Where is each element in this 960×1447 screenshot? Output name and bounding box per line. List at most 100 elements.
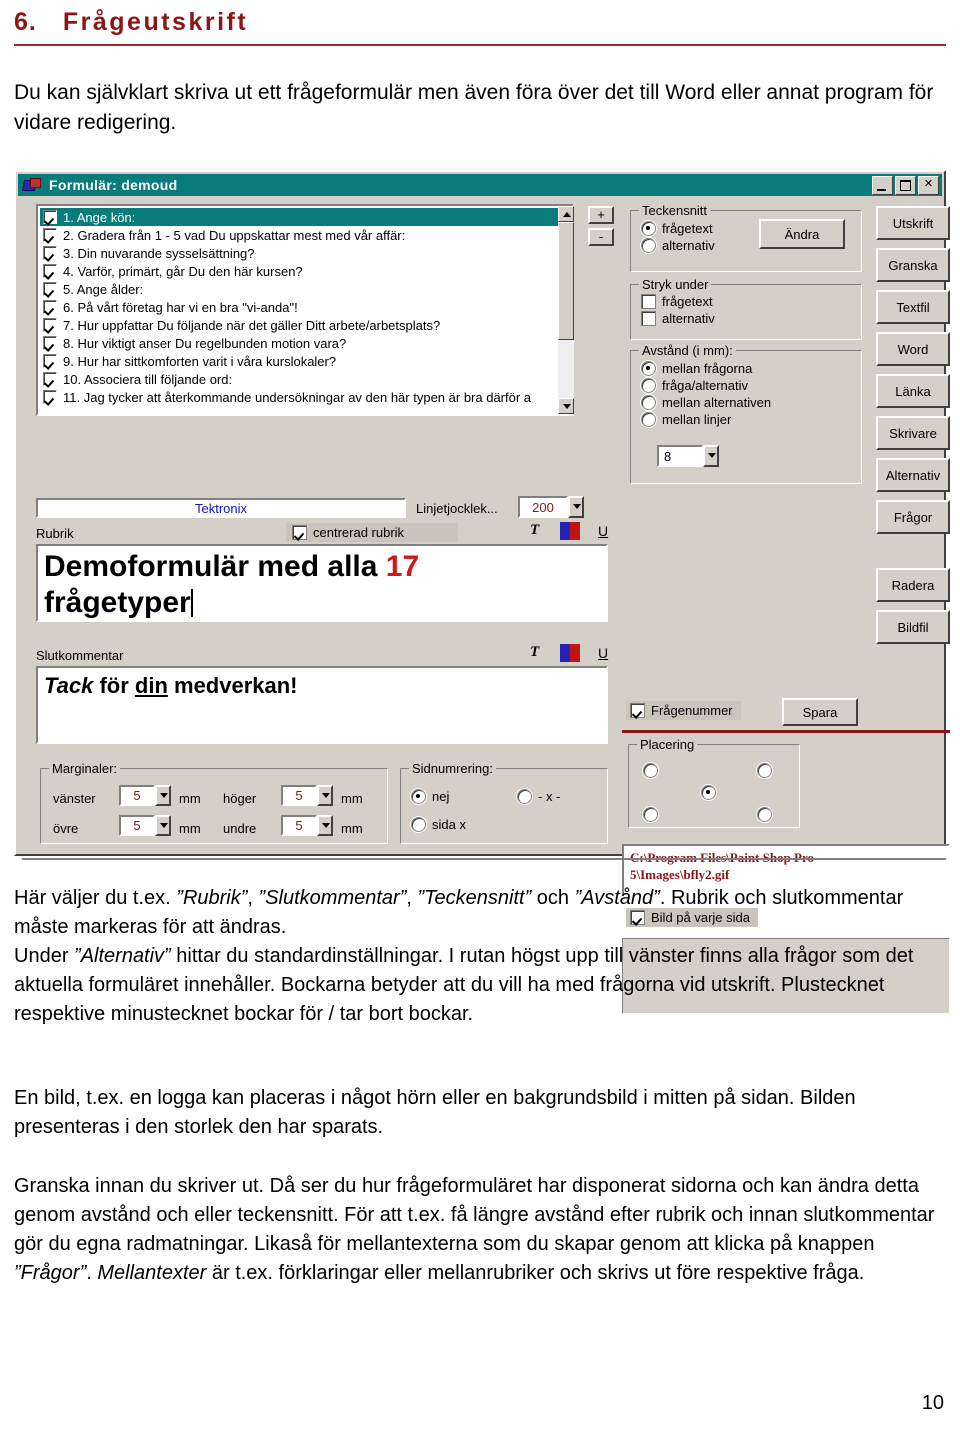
marginal-ovre-combo[interactable]: 5 bbox=[119, 815, 171, 836]
question-list-item[interactable]: 5. Ange ålder: bbox=[40, 280, 570, 298]
utskrift-button[interactable]: Utskrift bbox=[876, 206, 950, 240]
slutkommentar-textarea[interactable]: Tack för din medverkan! bbox=[36, 666, 608, 744]
chevron-down-icon[interactable] bbox=[155, 785, 171, 806]
underline-icon[interactable]: U bbox=[598, 645, 608, 661]
teckensnitt-option-alternativ[interactable]: alternativ bbox=[641, 238, 715, 253]
question-list-item[interactable]: 9. Hur har sittkomforten varit i våra ku… bbox=[40, 352, 570, 370]
linjetjocklek-combo[interactable]: 200 bbox=[518, 496, 584, 518]
question-list-item[interactable]: 7. Hur uppfattar Du följande när det gäl… bbox=[40, 316, 570, 334]
marginal-vanster-combo[interactable]: 5 bbox=[119, 785, 171, 806]
avstand-option-fraga-alternativ[interactable]: fråga/alternativ bbox=[641, 378, 771, 393]
sidnumrering-option-sida-x[interactable]: sida x bbox=[411, 817, 466, 832]
marginal-ovre-value[interactable]: 5 bbox=[119, 815, 155, 836]
question-list-item[interactable]: 11. Jag tycker att återkommande undersök… bbox=[40, 388, 570, 406]
scroll-up-icon[interactable] bbox=[558, 206, 574, 222]
question-list-inner[interactable]: 1. Ange kön: 2. Gradera från 1 - 5 vad Du… bbox=[40, 208, 570, 412]
granska-button[interactable]: Granska bbox=[876, 248, 950, 282]
checkbox-icon[interactable] bbox=[641, 294, 656, 309]
checkbox-icon[interactable] bbox=[43, 336, 57, 350]
avstand-value-combo[interactable]: 8 bbox=[657, 445, 719, 467]
close-icon[interactable]: ✕ bbox=[918, 175, 939, 195]
placering-center-radio[interactable] bbox=[701, 785, 716, 800]
placering-top-right-radio[interactable] bbox=[757, 763, 772, 778]
marginal-hoger-combo[interactable]: 5 bbox=[281, 785, 333, 806]
fragor-button[interactable]: Frågor bbox=[876, 500, 950, 534]
radio-icon[interactable] bbox=[411, 789, 426, 804]
checkbox-icon[interactable] bbox=[43, 354, 57, 368]
question-list-item[interactable]: 2. Gradera från 1 - 5 vad Du uppskattar … bbox=[40, 226, 570, 244]
font-icon[interactable]: T bbox=[530, 522, 539, 539]
checkbox-icon[interactable] bbox=[43, 282, 57, 296]
skrivare-button[interactable]: Skrivare bbox=[876, 416, 950, 450]
radio-icon[interactable] bbox=[641, 361, 656, 376]
sidnumrering-option-dash-x[interactable]: - x - bbox=[517, 789, 560, 804]
checkbox-icon[interactable] bbox=[43, 300, 57, 314]
checkbox-icon[interactable] bbox=[630, 703, 645, 718]
question-list-item[interactable]: 3. Din nuvarande sysselsättning? bbox=[40, 244, 570, 262]
lanka-button[interactable]: Länka bbox=[876, 374, 950, 408]
stryk-option-alternativ[interactable]: alternativ bbox=[641, 311, 715, 326]
radio-icon[interactable] bbox=[641, 395, 656, 410]
checkbox-icon[interactable] bbox=[43, 246, 57, 260]
radio-icon[interactable] bbox=[641, 378, 656, 393]
avstand-value[interactable]: 8 bbox=[657, 445, 703, 467]
centrerad-rubrik-checkbox[interactable]: centrerad rubrik bbox=[286, 523, 458, 542]
radio-icon[interactable] bbox=[641, 238, 656, 253]
word-button[interactable]: Word bbox=[876, 332, 950, 366]
color-swatch-icon[interactable] bbox=[560, 522, 580, 540]
radio-icon[interactable] bbox=[411, 817, 426, 832]
placering-bottom-right-radio[interactable] bbox=[757, 807, 772, 822]
scroll-down-icon[interactable] bbox=[558, 398, 574, 414]
textfil-button[interactable]: Textfil bbox=[876, 290, 950, 324]
question-list-item[interactable]: 8. Hur viktigt anser Du regelbunden moti… bbox=[40, 334, 570, 352]
marginal-undre-value[interactable]: 5 bbox=[281, 815, 317, 836]
checkbox-icon[interactable] bbox=[43, 372, 57, 386]
checkbox-icon[interactable] bbox=[292, 525, 307, 540]
marginal-vanster-value[interactable]: 5 bbox=[119, 785, 155, 806]
avstand-option-mellan-alternativen[interactable]: mellan alternativen bbox=[641, 395, 771, 410]
chevron-down-icon[interactable] bbox=[317, 815, 333, 836]
underline-icon[interactable]: U bbox=[598, 523, 608, 539]
checkbox-icon[interactable] bbox=[43, 264, 57, 278]
linjetjocklek-value[interactable]: 200 bbox=[518, 496, 568, 518]
radera-button[interactable]: Radera bbox=[876, 568, 950, 602]
checkbox-icon[interactable] bbox=[641, 311, 656, 326]
chevron-down-icon[interactable] bbox=[317, 785, 333, 806]
color-swatch-icon[interactable] bbox=[560, 644, 580, 662]
scrollbar-track[interactable] bbox=[558, 222, 574, 398]
marginal-hoger-value[interactable]: 5 bbox=[281, 785, 317, 806]
radio-icon[interactable] bbox=[517, 789, 532, 804]
checkbox-icon[interactable] bbox=[43, 390, 57, 404]
tektronix-field[interactable]: Tektronix bbox=[36, 498, 406, 518]
radio-icon[interactable] bbox=[641, 221, 656, 236]
spara-button[interactable]: Spara bbox=[782, 698, 858, 726]
question-list-item[interactable]: 4. Varför, primärt, går Du den här kurse… bbox=[40, 262, 570, 280]
avstand-option-mellan-fragorna[interactable]: mellan frågorna bbox=[641, 361, 771, 376]
placering-top-left-radio[interactable] bbox=[643, 763, 658, 778]
scrollbar-thumb[interactable] bbox=[558, 222, 574, 340]
question-list-item[interactable]: 1. Ange kön: bbox=[40, 208, 570, 226]
chevron-down-icon[interactable] bbox=[703, 445, 719, 467]
marginal-undre-combo[interactable]: 5 bbox=[281, 815, 333, 836]
question-list-item[interactable]: 10. Associera till följande ord: bbox=[40, 370, 570, 388]
font-icon[interactable]: T bbox=[530, 644, 539, 661]
bildfil-button[interactable]: Bildfil bbox=[876, 610, 950, 644]
stryk-option-fragetext[interactable]: frågetext bbox=[641, 294, 715, 309]
rubrik-textarea[interactable]: Demoformulär med alla 17 frågetyper bbox=[36, 544, 608, 622]
alternativ-button[interactable]: Alternativ bbox=[876, 458, 950, 492]
checkbox-icon[interactable] bbox=[43, 318, 57, 332]
andra-button[interactable]: Ändra bbox=[759, 219, 845, 249]
sidnumrering-option-nej[interactable]: nej bbox=[411, 789, 449, 804]
question-list-scrollbar[interactable] bbox=[558, 206, 574, 414]
chevron-down-icon[interactable] bbox=[155, 815, 171, 836]
checkbox-icon[interactable] bbox=[43, 228, 57, 242]
maximize-button[interactable] bbox=[895, 175, 916, 195]
placering-bottom-left-radio[interactable] bbox=[643, 807, 658, 822]
fragenummer-checkbox[interactable]: Frågenummer bbox=[626, 701, 741, 720]
check-all-button[interactable]: + bbox=[588, 206, 614, 224]
uncheck-all-button[interactable]: - bbox=[588, 228, 614, 246]
radio-icon[interactable] bbox=[641, 412, 656, 427]
question-list-item[interactable]: 6. På vårt företag har vi en bra "vi-and… bbox=[40, 298, 570, 316]
teckensnitt-option-fragetext[interactable]: frågetext bbox=[641, 221, 715, 236]
chevron-down-icon[interactable] bbox=[568, 496, 584, 518]
